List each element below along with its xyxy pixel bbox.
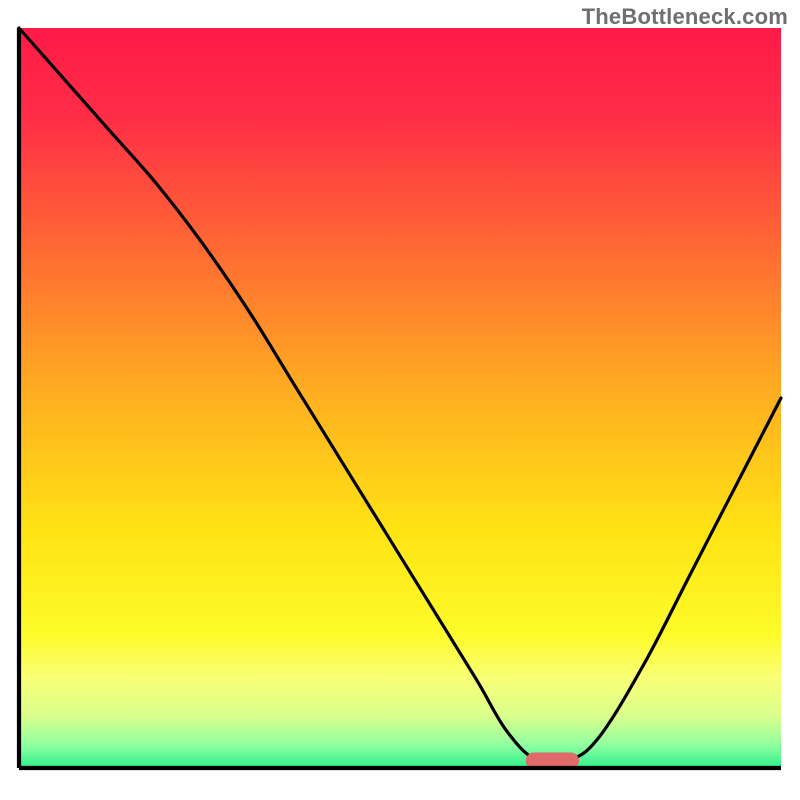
- chart-svg: [0, 0, 800, 800]
- watermark-text: TheBottleneck.com: [582, 4, 788, 30]
- chart-stage: TheBottleneck.com: [0, 0, 800, 800]
- plot-area: [19, 28, 781, 769]
- gradient-backdrop: [19, 28, 781, 768]
